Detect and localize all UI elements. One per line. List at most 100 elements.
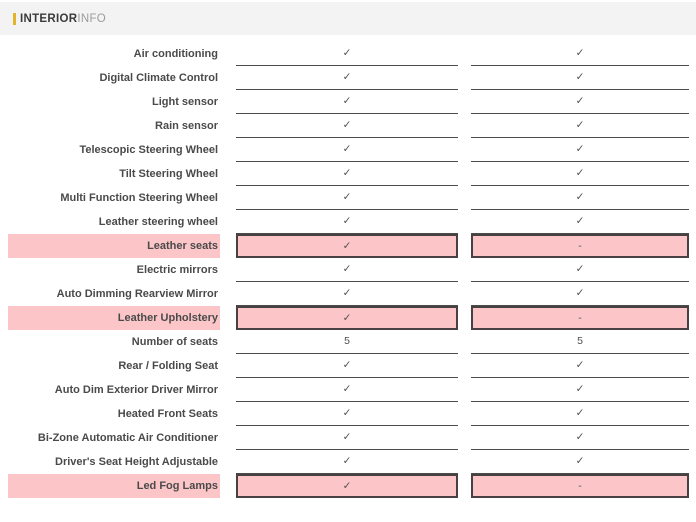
check-icon: ✓ bbox=[343, 144, 352, 155]
feature-label: Leather seats bbox=[8, 234, 220, 258]
car1-value-cell: ✓ bbox=[236, 258, 458, 282]
column-spacer bbox=[458, 282, 471, 306]
column-spacer bbox=[220, 306, 236, 330]
column-spacer bbox=[458, 138, 471, 162]
feature-label: Leather Upholstery bbox=[8, 306, 220, 330]
table-row: Telescopic Steering Wheel ✓ ✓ bbox=[8, 138, 696, 162]
column-spacer bbox=[458, 186, 471, 210]
check-icon: ✓ bbox=[343, 168, 352, 179]
column-spacer bbox=[458, 258, 471, 282]
column-spacer bbox=[458, 66, 471, 90]
dash-icon: - bbox=[578, 241, 582, 252]
car1-value-cell: ✓ bbox=[236, 90, 458, 114]
column-spacer bbox=[220, 42, 236, 66]
car2-value-cell: - bbox=[471, 306, 689, 330]
car2-value-cell: ✓ bbox=[471, 66, 689, 90]
column-spacer bbox=[458, 402, 471, 426]
column-spacer bbox=[220, 450, 236, 474]
car1-value-cell: ✓ bbox=[236, 162, 458, 186]
car2-value-cell: ✓ bbox=[471, 42, 689, 66]
table-row: Electric mirrors ✓ ✓ bbox=[8, 258, 696, 282]
check-icon: ✓ bbox=[576, 360, 585, 371]
column-spacer bbox=[458, 330, 471, 354]
car2-value-cell: ✓ bbox=[471, 114, 689, 138]
table-row: Tilt Steering Wheel ✓ ✓ bbox=[8, 162, 696, 186]
table-row: Leather seats ✓ - bbox=[8, 234, 696, 258]
feature-label: Number of seats bbox=[8, 330, 220, 354]
car1-value-cell: ✓ bbox=[236, 138, 458, 162]
car2-value-cell: ✓ bbox=[471, 402, 689, 426]
check-icon: ✓ bbox=[343, 120, 352, 131]
column-spacer bbox=[458, 234, 471, 258]
column-spacer bbox=[220, 378, 236, 402]
table-row: Leather Upholstery ✓ - bbox=[8, 306, 696, 330]
column-spacer bbox=[458, 162, 471, 186]
check-icon: ✓ bbox=[343, 456, 352, 467]
column-spacer bbox=[220, 354, 236, 378]
table-row: Number of seats 5 5 bbox=[8, 330, 696, 354]
column-spacer bbox=[458, 426, 471, 450]
column-spacer bbox=[220, 426, 236, 450]
car1-value-cell: ✓ bbox=[236, 66, 458, 90]
column-spacer bbox=[458, 378, 471, 402]
car2-value-cell: ✓ bbox=[471, 162, 689, 186]
feature-label: Rain sensor bbox=[8, 114, 220, 138]
check-icon: ✓ bbox=[576, 96, 585, 107]
check-icon: ✓ bbox=[343, 96, 352, 107]
check-icon: ✓ bbox=[343, 384, 352, 395]
table-row: Rear / Folding Seat ✓ ✓ bbox=[8, 354, 696, 378]
check-icon: ✓ bbox=[576, 408, 585, 419]
car1-value-cell: ✓ bbox=[236, 354, 458, 378]
interior-info-panel: INTERIOR INFO Air conditioning ✓ ✓ Digit… bbox=[0, 0, 696, 522]
car1-value-cell: ✓ bbox=[236, 450, 458, 474]
car2-value-cell: ✓ bbox=[471, 282, 689, 306]
check-icon: ✓ bbox=[343, 288, 352, 299]
table-row: Multi Function Steering Wheel ✓ ✓ bbox=[8, 186, 696, 210]
dash-icon: - bbox=[578, 313, 582, 324]
table-row: Auto Dim Exterior Driver Mirror ✓ ✓ bbox=[8, 378, 696, 402]
column-spacer bbox=[220, 210, 236, 234]
check-icon: ✓ bbox=[343, 192, 352, 203]
table-row: Led Fog Lamps ✓ - bbox=[8, 474, 696, 498]
check-icon: ✓ bbox=[576, 48, 585, 59]
check-icon: ✓ bbox=[576, 120, 585, 131]
feature-label: Telescopic Steering Wheel bbox=[8, 138, 220, 162]
car2-value-cell: - bbox=[471, 474, 689, 498]
check-icon: ✓ bbox=[343, 481, 352, 492]
check-icon: ✓ bbox=[576, 144, 585, 155]
car2-value-cell: ✓ bbox=[471, 138, 689, 162]
feature-label: Auto Dim Exterior Driver Mirror bbox=[8, 378, 220, 402]
check-icon: ✓ bbox=[343, 241, 352, 252]
column-spacer bbox=[220, 402, 236, 426]
check-icon: ✓ bbox=[343, 360, 352, 371]
car2-value-cell: ✓ bbox=[471, 258, 689, 282]
column-spacer bbox=[458, 450, 471, 474]
check-icon: ✓ bbox=[343, 432, 352, 443]
car1-value-cell: ✓ bbox=[236, 474, 458, 498]
car2-value-cell: ✓ bbox=[471, 426, 689, 450]
column-spacer bbox=[458, 114, 471, 138]
table-row: Light sensor ✓ ✓ bbox=[8, 90, 696, 114]
column-spacer bbox=[220, 90, 236, 114]
feature-label: Tilt Steering Wheel bbox=[8, 162, 220, 186]
car2-value-cell: ✓ bbox=[471, 378, 689, 402]
car1-value-cell: ✓ bbox=[236, 210, 458, 234]
car1-value-cell: ✓ bbox=[236, 282, 458, 306]
feature-label: Electric mirrors bbox=[8, 258, 220, 282]
car2-value-cell: ✓ bbox=[471, 354, 689, 378]
car1-value-cell: ✓ bbox=[236, 402, 458, 426]
table-row: Air conditioning ✓ ✓ bbox=[8, 42, 696, 66]
column-spacer bbox=[458, 90, 471, 114]
column-spacer bbox=[220, 66, 236, 90]
check-icon: ✓ bbox=[576, 264, 585, 275]
table-row: Rain sensor ✓ ✓ bbox=[8, 114, 696, 138]
check-icon: ✓ bbox=[343, 48, 352, 59]
column-spacer bbox=[458, 474, 471, 498]
table-row: Heated Front Seats ✓ ✓ bbox=[8, 402, 696, 426]
table-row: Bi-Zone Automatic Air Conditioner ✓ ✓ bbox=[8, 426, 696, 450]
car2-value-cell: 5 bbox=[471, 330, 689, 354]
table-row: Auto Dimming Rearview Mirror ✓ ✓ bbox=[8, 282, 696, 306]
check-icon: ✓ bbox=[576, 72, 585, 83]
feature-label: Driver's Seat Height Adjustable bbox=[8, 450, 220, 474]
car2-value-cell: ✓ bbox=[471, 450, 689, 474]
